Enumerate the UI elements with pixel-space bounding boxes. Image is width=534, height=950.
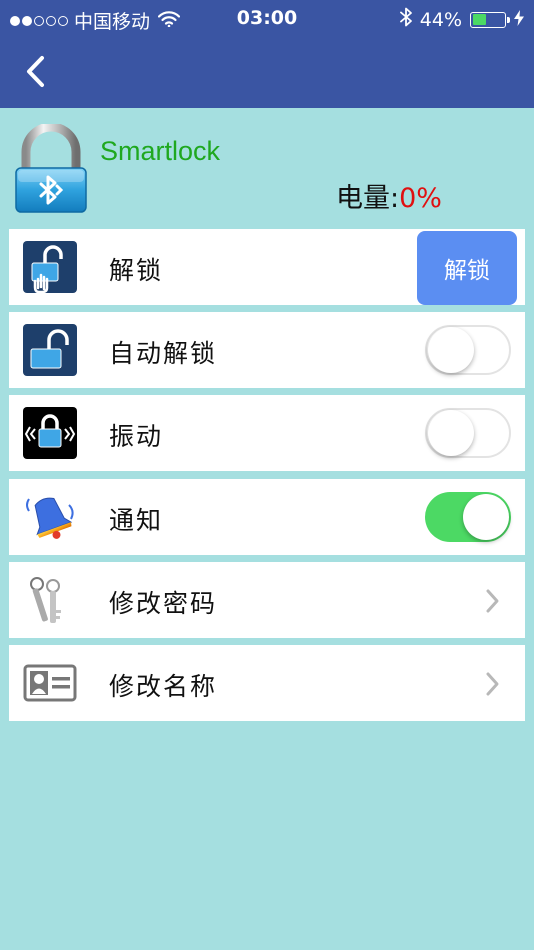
vibrate-toggle[interactable] bbox=[425, 408, 511, 458]
row-label-unlock: 解锁 bbox=[109, 256, 164, 285]
device-name: Smartlock bbox=[100, 136, 221, 166]
battery-percent: 44% bbox=[419, 8, 462, 31]
row-label-change-password: 修改密码 bbox=[109, 589, 218, 618]
open-padlock-icon bbox=[23, 324, 77, 376]
row-label-change-name: 修改名称 bbox=[109, 672, 218, 701]
back-button[interactable] bbox=[20, 52, 60, 92]
auto-unlock-toggle[interactable] bbox=[425, 325, 511, 375]
tap-unlock-icon bbox=[23, 241, 77, 294]
status-bar: 中国移动 03:00 44% bbox=[0, 0, 534, 38]
battery-icon bbox=[470, 11, 510, 28]
list-row-change-password[interactable]: 修改密码 bbox=[9, 562, 525, 638]
battery-label: 电量: bbox=[336, 183, 400, 214]
charging-icon bbox=[514, 9, 524, 31]
toggle-knob bbox=[428, 410, 474, 456]
vibrate-lock-icon bbox=[23, 407, 77, 459]
battery-value: 0% bbox=[399, 183, 442, 214]
unlock-button[interactable]: 解锁 bbox=[417, 231, 517, 305]
battery-level: 电量:0% bbox=[336, 176, 442, 215]
row-label-vibrate: 振动 bbox=[109, 422, 164, 451]
bluetooth-padlock-icon bbox=[14, 122, 88, 214]
id-card-icon bbox=[23, 657, 77, 709]
list-row-auto-unlock: 自动解锁 bbox=[9, 312, 525, 388]
list-row-change-name[interactable]: 修改名称 bbox=[9, 645, 525, 721]
battery-fill bbox=[472, 14, 487, 25]
chevron-left-icon bbox=[27, 56, 44, 87]
status-right: 44% bbox=[399, 7, 524, 32]
toggle-knob bbox=[428, 327, 474, 373]
chevron-right-icon bbox=[486, 672, 499, 696]
bluetooth-icon bbox=[399, 7, 412, 32]
keys-icon bbox=[23, 574, 77, 626]
nav-bar bbox=[0, 38, 534, 108]
notify-toggle[interactable] bbox=[425, 492, 511, 542]
list-row-vibrate: 振动 bbox=[9, 395, 525, 471]
chevron-right-icon bbox=[486, 589, 499, 613]
row-label-notify: 通知 bbox=[109, 506, 164, 535]
list-row-unlock: 解锁 解锁 bbox=[9, 229, 525, 305]
toggle-knob bbox=[463, 494, 509, 540]
row-label-auto-unlock: 自动解锁 bbox=[109, 339, 218, 368]
bell-icon bbox=[23, 491, 77, 543]
list-row-notify: 通知 bbox=[9, 479, 525, 555]
